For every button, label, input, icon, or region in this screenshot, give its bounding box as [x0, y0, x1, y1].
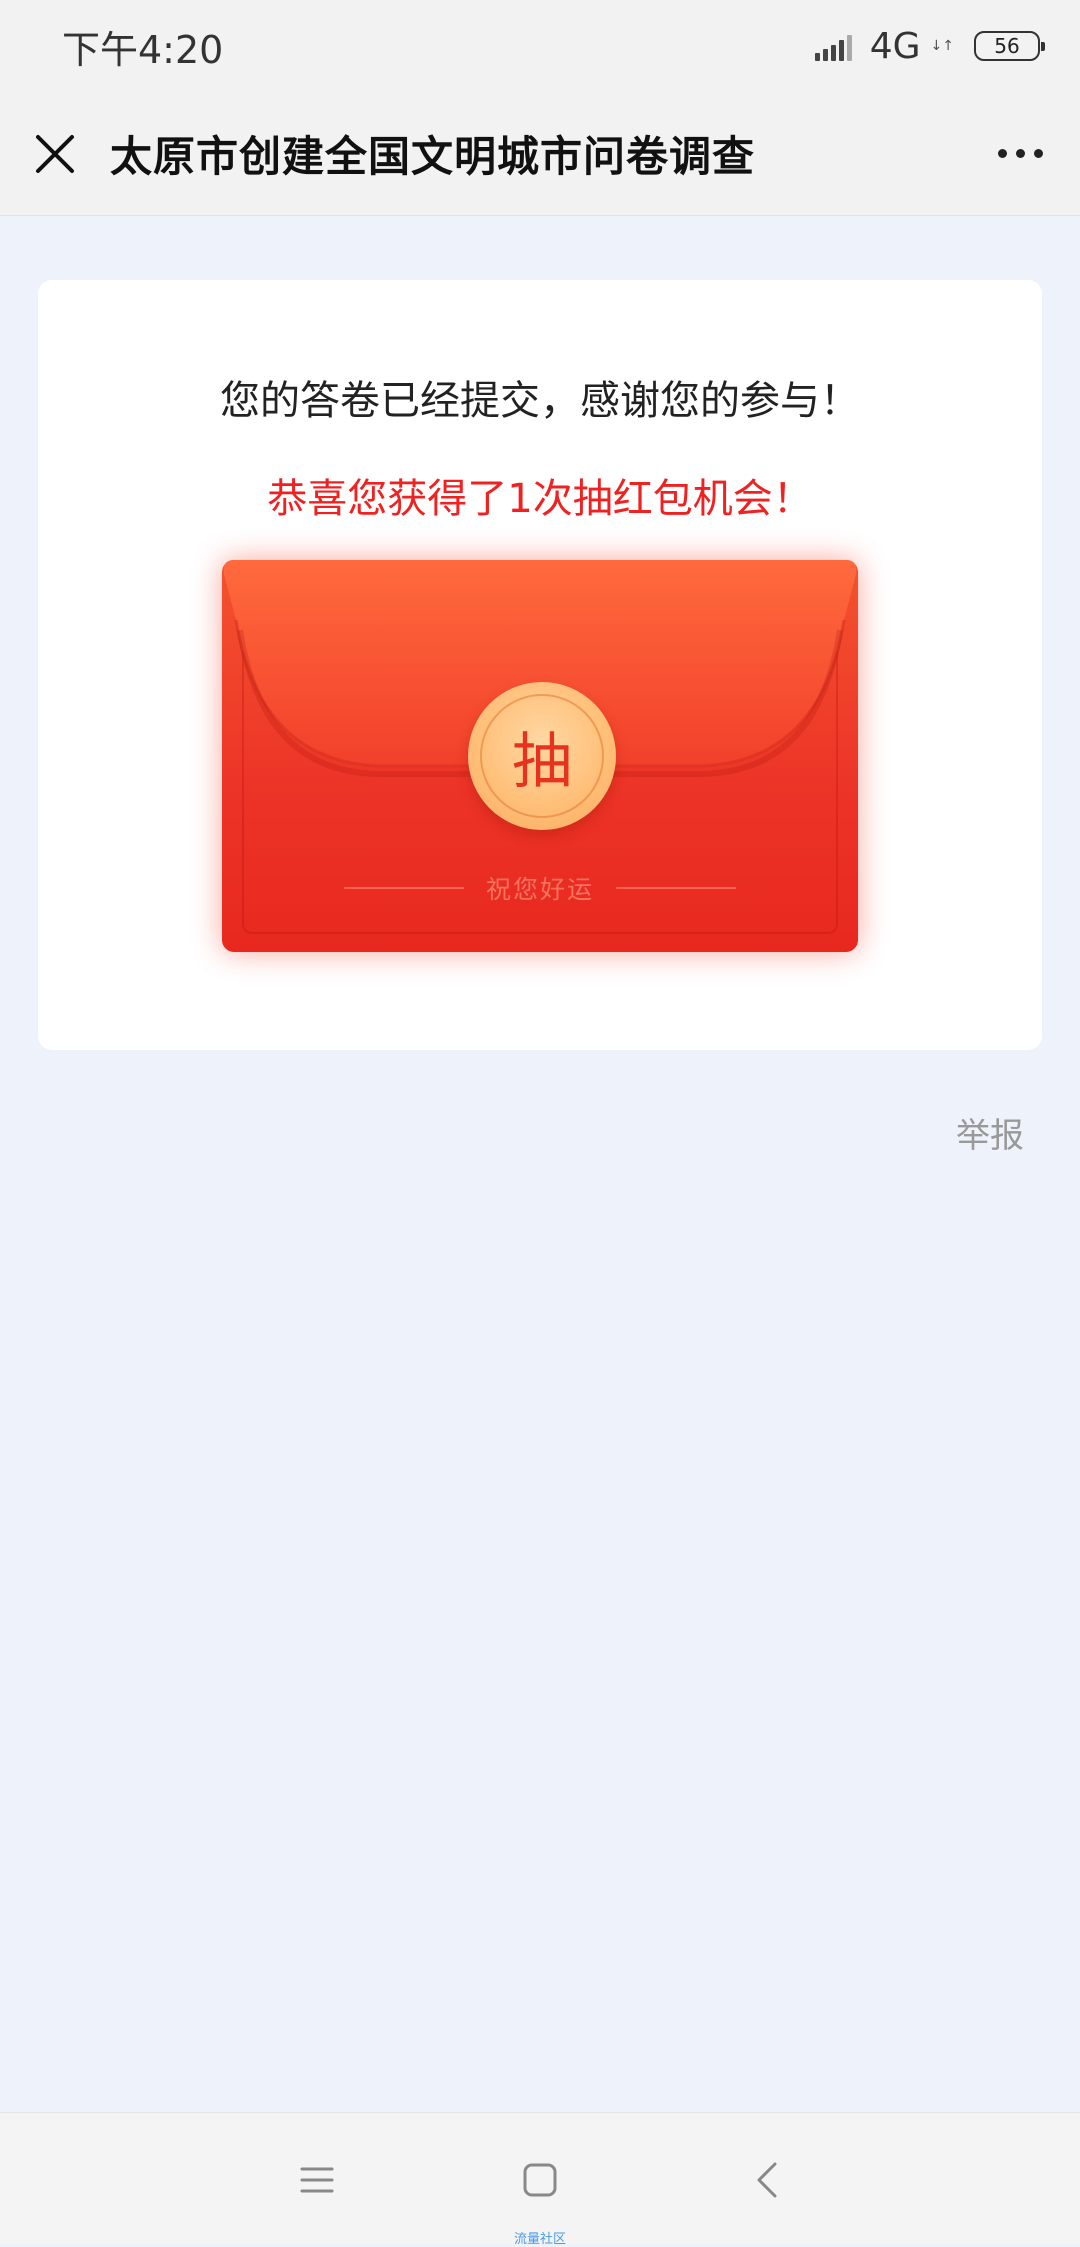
battery-icon: 56 — [974, 31, 1045, 61]
watermark: 流量社区 — [513, 2232, 566, 2247]
menu-icon — [300, 2167, 334, 2193]
more-button[interactable] — [960, 92, 1080, 216]
network-type: 4G — [869, 25, 921, 67]
more-icon — [997, 149, 1007, 158]
status-time: 下午4:20 — [62, 27, 224, 72]
network-arrows-icon: ↓↑ — [930, 38, 954, 54]
status-bar: 下午4:20 4G ↓↑ 56 — [0, 0, 1080, 92]
battery-level: 56 — [994, 34, 1020, 58]
red-envelope[interactable]: 抽 祝您好运 — [222, 560, 858, 952]
status-icons: 4G ↓↑ 56 — [814, 25, 1045, 67]
submitted-message: 您的答卷已经提交，感谢您的参与！ — [220, 378, 860, 424]
page-title: 太原市创建全国文明城市问卷调查 — [110, 132, 756, 181]
wish-divider-left — [343, 887, 464, 889]
menu-button[interactable] — [272, 2135, 362, 2225]
coin-label: 抽 — [480, 694, 604, 818]
result-card: 您的答卷已经提交，感谢您的参与！ 恭喜您获得了1次抽红包机会！ 抽 祝您好运 — [38, 280, 1042, 1050]
report-link[interactable]: 举报 — [956, 1108, 1024, 1157]
back-button[interactable] — [722, 2135, 812, 2225]
draw-coin-button[interactable]: 抽 — [468, 682, 616, 830]
wish-row: 祝您好运 — [222, 870, 858, 906]
nav-bar: 太原市创建全国文明城市问卷调查 — [0, 92, 1080, 216]
reward-message: 恭喜您获得了1次抽红包机会！ — [267, 476, 813, 522]
home-icon — [523, 2163, 557, 2197]
system-nav-bar — [0, 2112, 1080, 2244]
close-icon — [36, 134, 74, 173]
home-button[interactable] — [495, 2135, 585, 2225]
signal-icon — [814, 31, 852, 61]
wish-text: 祝您好运 — [485, 875, 594, 904]
wish-divider-right — [616, 887, 736, 889]
back-icon — [757, 2162, 777, 2198]
close-button[interactable] — [0, 92, 110, 216]
